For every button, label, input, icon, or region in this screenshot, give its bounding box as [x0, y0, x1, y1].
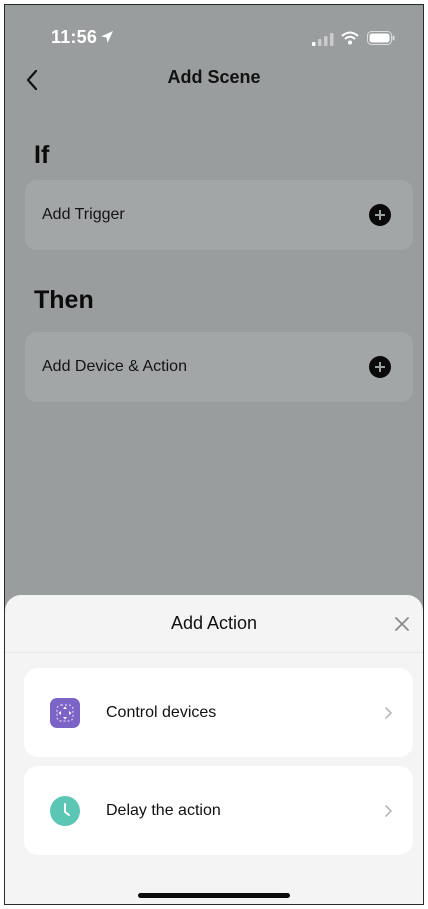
- add-action-sheet: Add Action Control devices Delay the act…: [5, 595, 423, 904]
- clock-icon: [50, 795, 80, 826]
- page-title: Add Scene: [167, 67, 261, 87]
- phone-screen: 11:56 Add Scene If Add Trigger Then Add …: [4, 4, 424, 905]
- add-device-action-label: Add Device & Action: [42, 358, 187, 375]
- cellular-signal-icon: [312, 33, 334, 46]
- add-trigger-label: Add Trigger: [42, 206, 125, 223]
- wifi-icon: [341, 31, 359, 45]
- add-trigger-plus-icon[interactable]: [369, 204, 391, 226]
- close-icon[interactable]: [393, 615, 411, 633]
- chevron-right-icon: [385, 706, 392, 719]
- status-time: 11:56: [51, 27, 98, 47]
- battery-icon: [367, 31, 395, 45]
- control-devices-option[interactable]: Control devices: [24, 668, 413, 757]
- control-devices-icon: [50, 697, 80, 728]
- chevron-right-icon: [385, 804, 392, 817]
- control-devices-label: Control devices: [106, 703, 217, 721]
- add-device-action-plus-icon[interactable]: [369, 356, 391, 378]
- add-trigger-card[interactable]: Add Trigger: [25, 180, 413, 250]
- sheet-divider: [5, 652, 423, 653]
- if-heading: If: [34, 141, 50, 169]
- status-bar: 11:56: [5, 5, 423, 63]
- sheet-title: Add Action: [170, 613, 258, 633]
- location-arrow-icon: [101, 31, 113, 43]
- delay-action-label: Delay the action: [106, 801, 221, 819]
- home-indicator: [138, 893, 290, 898]
- add-device-action-card[interactable]: Add Device & Action: [25, 332, 413, 402]
- then-heading: Then: [34, 286, 94, 314]
- delay-action-option[interactable]: Delay the action: [24, 766, 413, 855]
